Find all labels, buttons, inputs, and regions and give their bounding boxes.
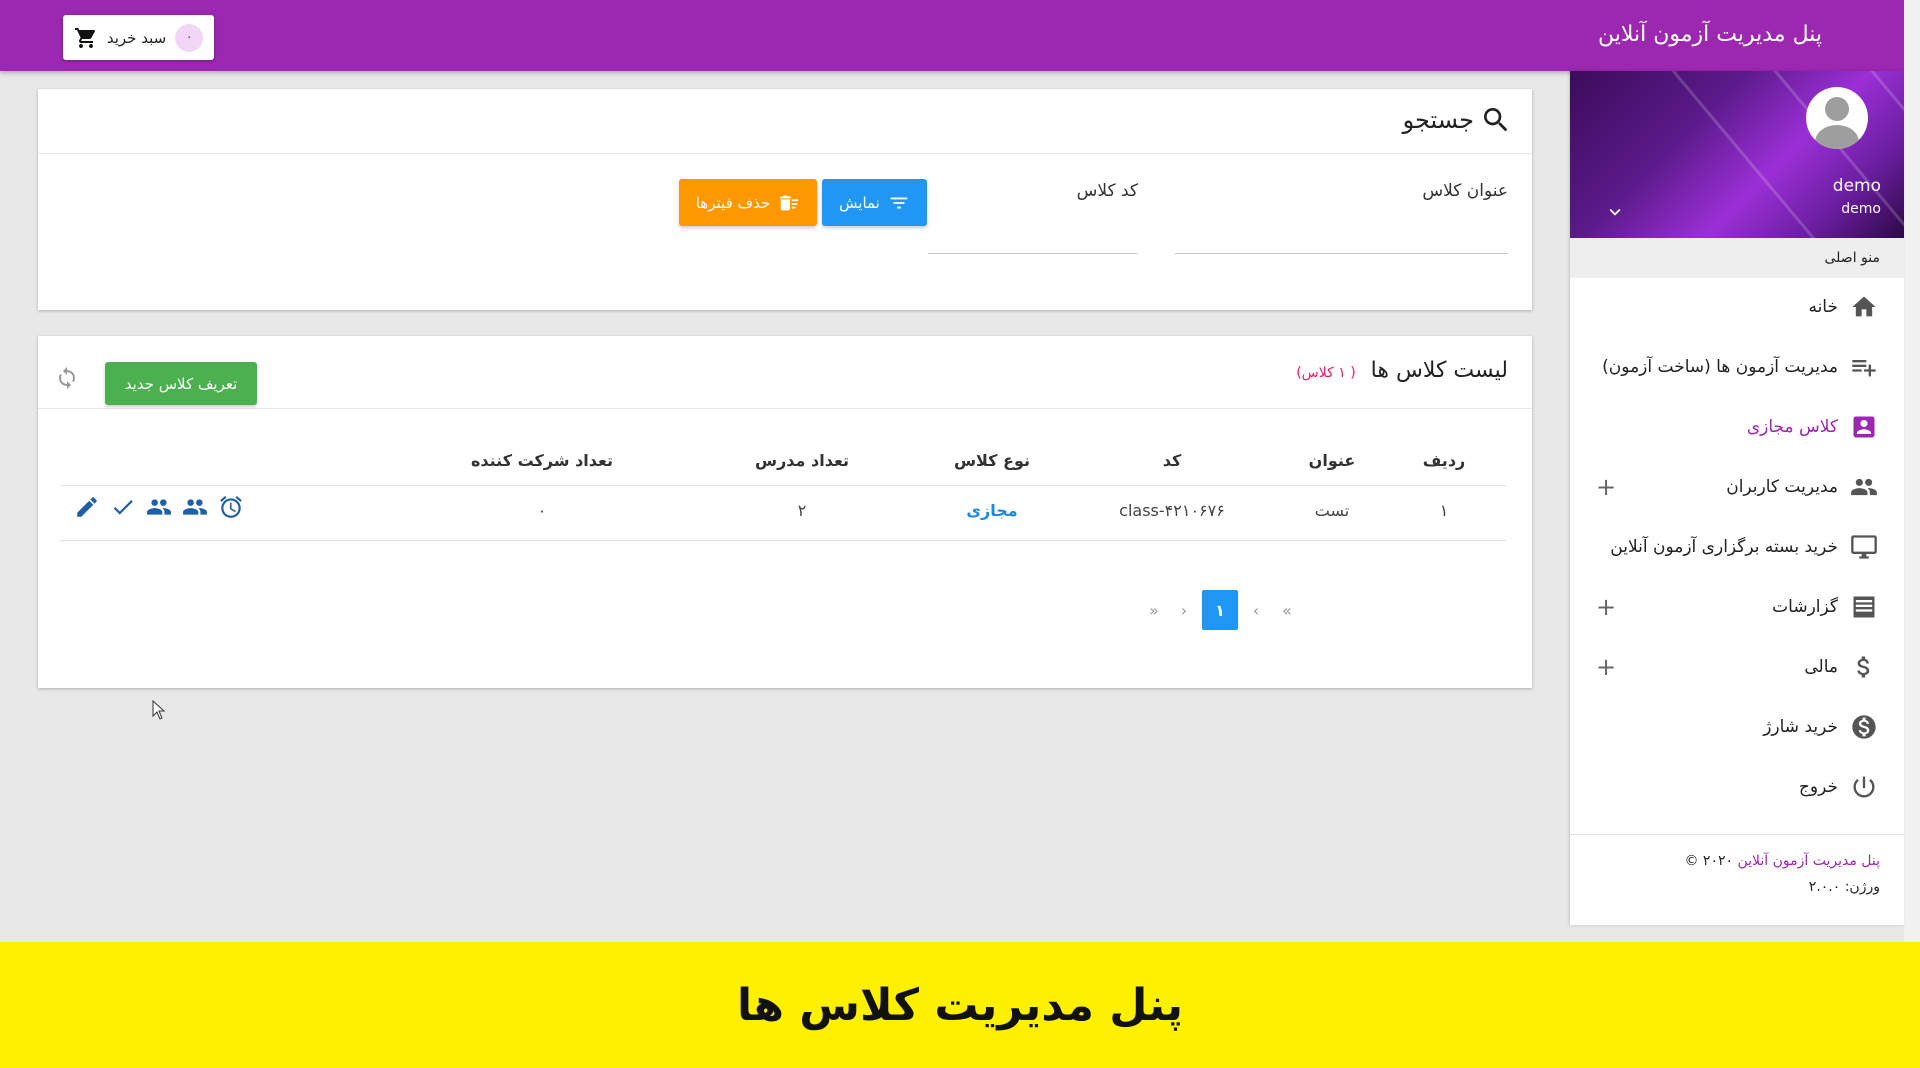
sidebar-item-label: خرید بسته برگزاری آزمون آنلاین [1610, 537, 1838, 557]
sidebar-item-home[interactable]: خانه [1596, 287, 1878, 327]
search-title-wrap: جستجو [1403, 104, 1512, 136]
cell-participants: ۰ [537, 501, 547, 520]
refresh-icon[interactable] [55, 366, 79, 390]
footer-brand-link[interactable]: پنل مدیریت آزمون آنلاین [1737, 853, 1880, 869]
row-actions [74, 494, 244, 520]
cell-title: تست [1314, 501, 1350, 520]
chevron-down-icon[interactable] [1604, 201, 1626, 223]
menu-header: منو اصلی [1570, 238, 1904, 278]
expand-plus-icon[interactable]: + [1596, 473, 1616, 501]
sidebar: demo demo منو اصلی خانه مدیریت آزمون ها … [1570, 71, 1904, 925]
cart-count-badge: ۰ [175, 23, 204, 52]
pagination-first[interactable]: « [1269, 590, 1305, 630]
sidebar-item-label: کلاس مجازی [1746, 417, 1838, 437]
dollar-icon [1857, 656, 1870, 678]
search-icon [1484, 108, 1508, 132]
app-title: پنل مدیریت آزمون آنلاین [1598, 22, 1822, 47]
show-button[interactable]: نمایش [822, 179, 927, 226]
sidebar-item-finance[interactable]: مالی + [1596, 647, 1878, 687]
profile-name: demo [1832, 176, 1881, 196]
divider [60, 540, 1506, 541]
group-icon[interactable] [182, 494, 208, 520]
cart-button[interactable]: ۰ سبد خرید [63, 15, 214, 60]
monitor-icon [1851, 535, 1877, 559]
pagination-last[interactable]: » [1136, 590, 1172, 630]
cell-code: class-۴۲۱۰۶۷۶ [1119, 501, 1225, 520]
col-header-type: نوع کلاس [953, 451, 1031, 470]
sidebar-item-exams[interactable]: مدیریت آزمون ها (ساخت آزمون) [1596, 347, 1878, 387]
list-title: لیست کلاس ها [1370, 358, 1508, 383]
check-icon[interactable] [110, 494, 136, 520]
col-header-teachers: تعداد مدرس [755, 451, 849, 470]
cart-label: سبد خرید [106, 28, 167, 47]
clear-filters-button[interactable]: حذف فیترها [679, 179, 817, 226]
sidebar-item-label: مدیریت آزمون ها (ساخت آزمون) [1602, 357, 1838, 377]
sidebar-item-users[interactable]: مدیریت کاربران + [1596, 467, 1878, 507]
new-class-button[interactable]: تعریف کلاس جدید [105, 362, 257, 405]
class-title-input[interactable] [1175, 253, 1508, 254]
caption-text: پنل مدیریت کلاس ها [736, 979, 1184, 1031]
class-list-card: لیست کلاس ها ( ۱ کلاس) تعریف کلاس جدید ر… [38, 336, 1532, 688]
sidebar-item-virtual-class[interactable]: کلاس مجازی [1596, 407, 1878, 447]
sidebar-item-label: مدیریت کاربران [1726, 477, 1838, 497]
sidebar-item-logout[interactable]: خروج [1596, 767, 1878, 807]
cell-type-link[interactable]: مجازی [932, 501, 1052, 520]
avatar[interactable] [1806, 87, 1868, 149]
sidebar-item-reports[interactable]: گزارشات + [1596, 587, 1878, 627]
col-header-participants: تعداد شرکت کننده [470, 451, 614, 470]
edit-icon[interactable] [74, 494, 100, 520]
new-class-label: تعریف کلاس جدید [124, 374, 238, 393]
dollar-circle-icon [1852, 715, 1876, 739]
list-count: ( ۱ کلاس) [1296, 365, 1356, 381]
scrollbar[interactable] [1904, 0, 1920, 942]
clear-filters-label: حذف فیترها [695, 193, 771, 212]
version-value: ۲.۰.۰ [1808, 879, 1841, 895]
col-header-index: ردیف [1422, 451, 1466, 470]
group-icon[interactable] [146, 494, 172, 520]
sidebar-item-label: مالی [1804, 657, 1838, 677]
sidebar-footer: پنل مدیریت آزمون آنلاین ۲۰۲۰ © ورژن: ۲.۰… [1570, 834, 1904, 895]
profile-role: demo [1841, 201, 1881, 217]
top-bar: پنل مدیریت آزمون آنلاین ۰ سبد خرید [0, 0, 1904, 71]
sidebar-item-label: خروج [1798, 777, 1838, 797]
list-icon [1853, 596, 1875, 618]
power-icon [1853, 776, 1875, 798]
sidebar-item-buy-credit[interactable]: خرید شارژ [1596, 707, 1878, 747]
search-card: جستجو عنوان کلاس کد کلاس نمایش حذف فیتره… [38, 89, 1532, 310]
cell-teachers: ۲ [797, 501, 807, 520]
list-title-wrap: لیست کلاس ها ( ۱ کلاس) [1296, 358, 1508, 383]
col-header-code: کد [1162, 451, 1182, 470]
delete-sweep-icon [780, 195, 799, 210]
expand-plus-icon[interactable]: + [1596, 653, 1616, 681]
mouse-cursor-icon [152, 700, 166, 720]
class-title-label: عنوان کلاس [1422, 181, 1508, 201]
divider [60, 485, 1506, 486]
version-label: ورژن: [1844, 879, 1880, 895]
pagination-current[interactable]: ۱ [1202, 590, 1238, 630]
people-icon [1851, 478, 1877, 496]
caption-banner: پنل مدیریت کلاس ها [0, 942, 1920, 1068]
playlist-add-icon [1852, 360, 1876, 377]
alarm-icon[interactable] [218, 494, 244, 520]
sidebar-item-buy-package[interactable]: خرید بسته برگزاری آزمون آنلاین [1596, 527, 1878, 567]
pagination-prev[interactable]: ‹ [1238, 590, 1274, 630]
col-header-title: عنوان [1308, 451, 1356, 470]
class-code-label: کد کلاس [1076, 181, 1138, 201]
search-title: جستجو [1402, 106, 1474, 134]
sidebar-item-label: خرید شارژ [1763, 717, 1838, 737]
profile-panel: demo demo [1570, 71, 1904, 238]
sidebar-item-label: خانه [1808, 297, 1838, 317]
expand-plus-icon[interactable]: + [1596, 593, 1616, 621]
home-icon [1852, 296, 1876, 317]
contact-icon [1853, 416, 1875, 438]
show-button-label: نمایش [839, 193, 880, 212]
cell-index: ۱ [1439, 501, 1449, 520]
filter-icon [890, 197, 908, 208]
footer-year: ۲۰۲۰ © [1684, 853, 1733, 869]
cart-icon [74, 27, 95, 48]
sidebar-item-label: گزارشات [1772, 597, 1838, 617]
class-code-input[interactable] [928, 253, 1138, 254]
